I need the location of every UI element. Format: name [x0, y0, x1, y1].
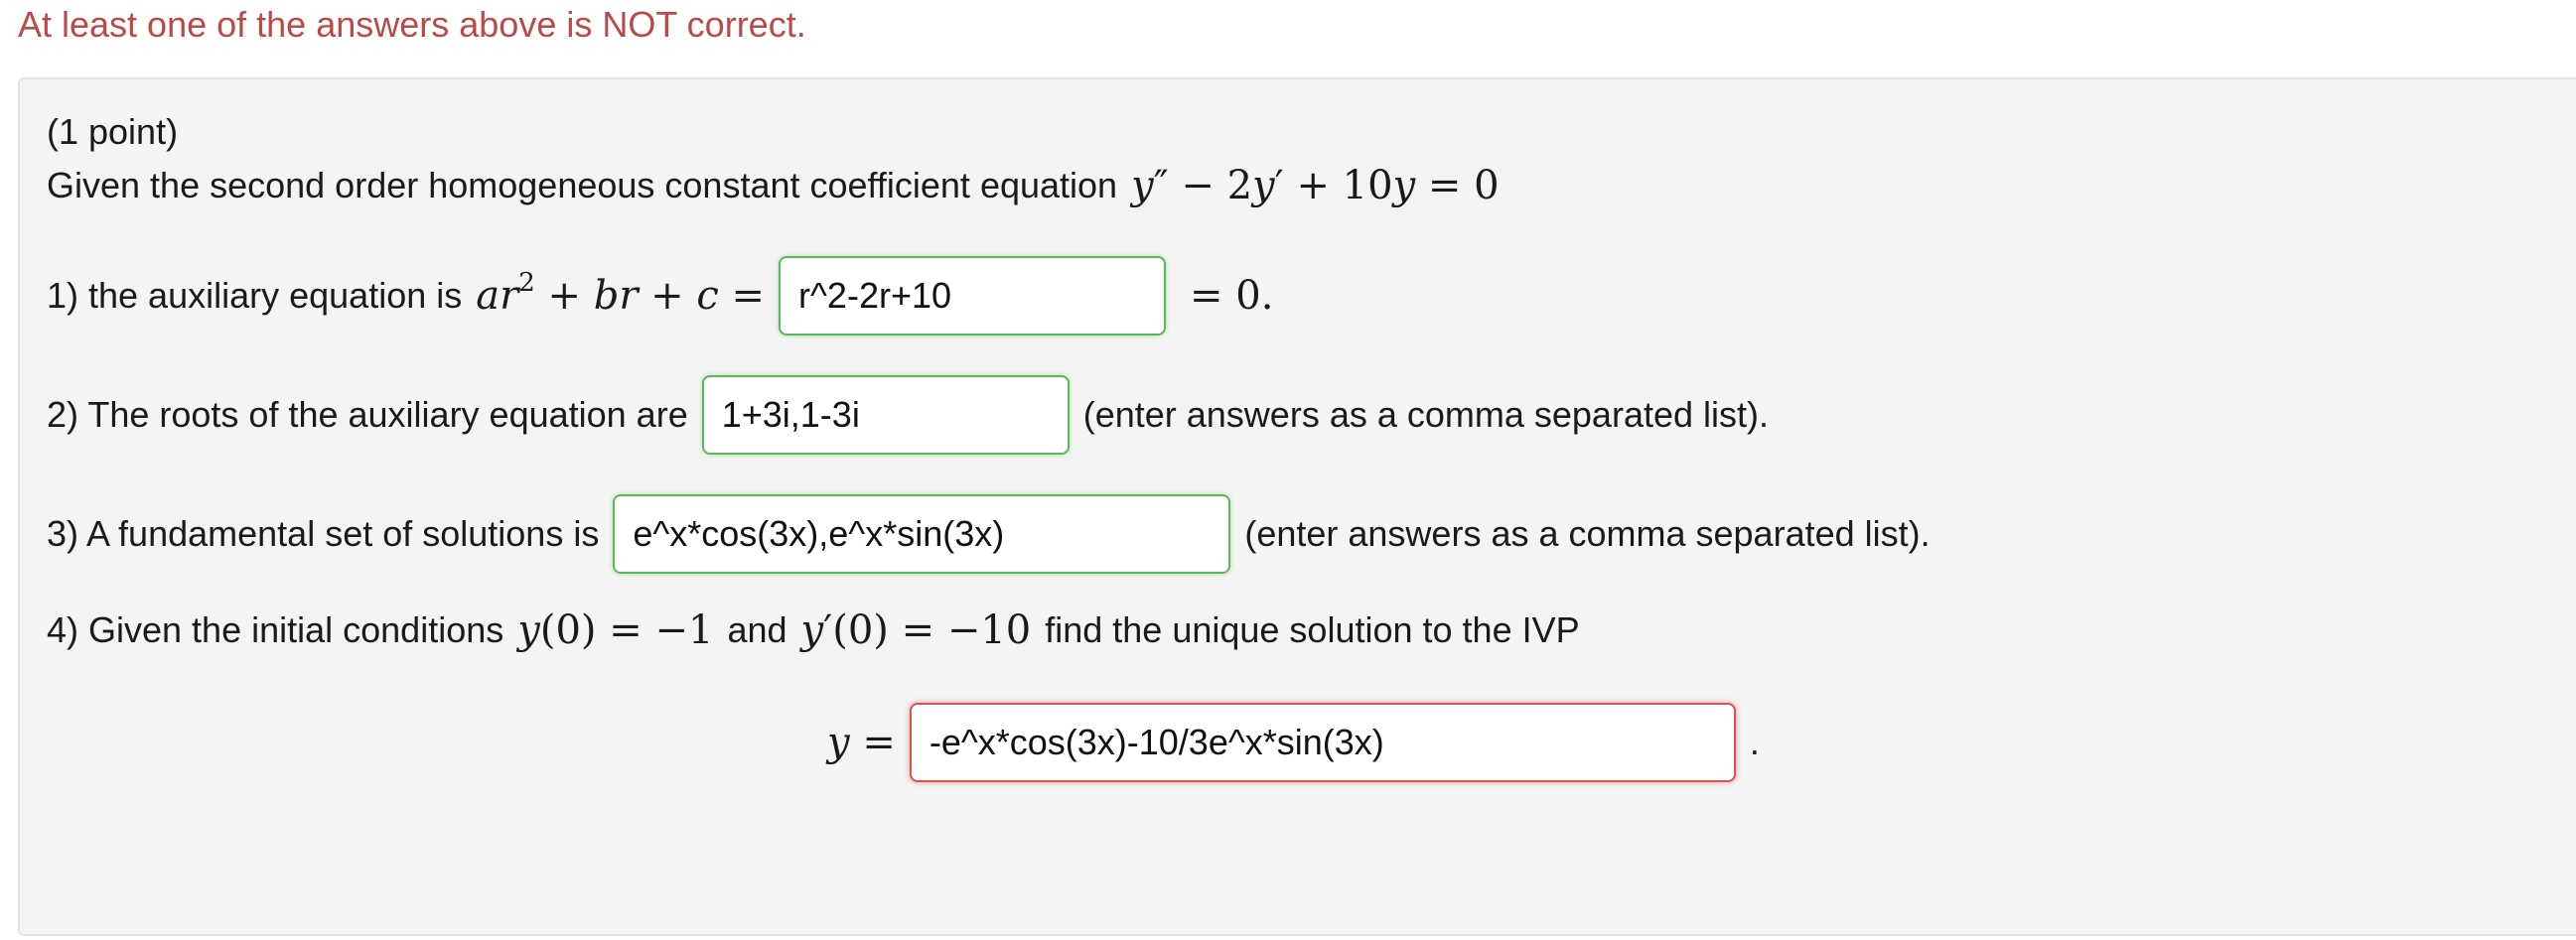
- part-1-line: 1) the auxiliary equation is ar2 + br + …: [47, 256, 1273, 336]
- answer-input-fundamental-set[interactable]: [613, 494, 1231, 574]
- differential-equation: y″ − 2y′ + 10y = 0: [1131, 163, 1500, 208]
- part-2-line: 2) The roots of the auxiliary equation a…: [47, 375, 1769, 455]
- problem-intro-text: Given the second order homogeneous const…: [47, 165, 1118, 205]
- part-4-suffix: .: [1749, 722, 1760, 762]
- solution-y-label: y =: [827, 720, 896, 765]
- answer-input-ivp-solution[interactable]: [909, 703, 1736, 782]
- problem-points: (1 point): [47, 111, 179, 152]
- part-3-prefix: 3) A fundamental set of solutions is: [47, 513, 600, 554]
- initial-condition-yprime: y′(0) = −10: [800, 607, 1032, 653]
- part-4-answer-line: y = .: [827, 703, 1760, 782]
- part-4-and: and: [727, 609, 787, 650]
- part-2-prefix: 2) The roots of the auxiliary equation a…: [47, 394, 688, 435]
- part-3-suffix: (enter answers as a comma separated list…: [1244, 513, 1931, 554]
- part-1-prefix: 1) the auxiliary equation is: [47, 275, 463, 316]
- part-2-suffix: (enter answers as a comma separated list…: [1082, 394, 1769, 435]
- answer-input-roots[interactable]: [701, 375, 1070, 455]
- problem-panel: (1 point) Given the second order homogen…: [18, 77, 2576, 936]
- part-1-suffix: = 0.: [1190, 273, 1274, 319]
- part-4-prefix: 4) Given the initial conditions: [47, 609, 504, 650]
- part-3-line: 3) A fundamental set of solutions is (en…: [47, 494, 1931, 574]
- answer-input-auxiliary-equation[interactable]: [779, 256, 1167, 336]
- part-4-tail: find the unique solution to the IVP: [1045, 609, 1580, 650]
- feedback-message: At least one of the answers above is NOT…: [18, 4, 806, 45]
- initial-condition-y: y(0) = −1: [517, 607, 714, 653]
- problem-intro-line: Given the second order homogeneous const…: [47, 163, 1500, 208]
- part-4-line: 4) Given the initial conditions y(0) = −…: [47, 607, 1580, 653]
- auxiliary-form: ar2 + br + c =: [476, 268, 766, 319]
